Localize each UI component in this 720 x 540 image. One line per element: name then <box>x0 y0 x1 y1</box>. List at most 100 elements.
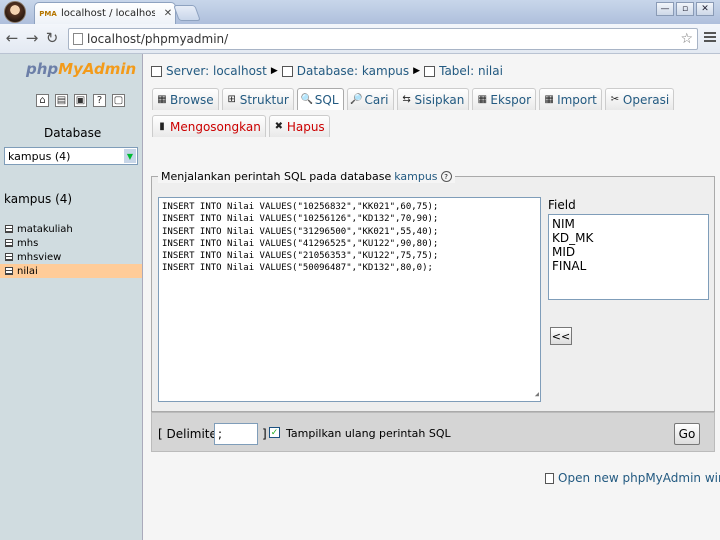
field-option[interactable]: FINAL <box>552 259 705 273</box>
database-name-link[interactable]: kampus (4) <box>4 192 72 206</box>
tab-hapus[interactable]: ✖ Hapus <box>268 115 330 137</box>
table-icon[interactable] <box>5 239 13 247</box>
main-content-frame: Server: localhost ▶ Database: kampus ▶ T… <box>143 54 720 540</box>
tab-struktur[interactable]: ⊞ Struktur <box>221 88 294 110</box>
breadcrumb-table[interactable]: Tabel: nilai <box>424 64 503 78</box>
field-option[interactable]: MID <box>552 245 705 259</box>
tab-operasi[interactable]: ✂ Operasi <box>604 88 675 110</box>
delimiter-bracket: ] <box>262 427 267 441</box>
tab-sql[interactable]: 🔍 SQL <box>296 88 344 110</box>
tab-sisipkan[interactable]: ⇆ Sisipkan <box>396 88 470 110</box>
sql-query-textarea[interactable]: INSERT INTO Nilai VALUES("10256832","KK0… <box>158 197 541 402</box>
phpmyadmin-favicon-icon: PMA <box>39 9 57 18</box>
browser-tab[interactable]: PMA localhost / localhost / kampus ✕ <box>34 2 176 24</box>
sql-line: INSERT INTO Nilai VALUES("10256832","KK0… <box>162 202 439 212</box>
tab-import[interactable]: ▦ Import <box>539 88 602 110</box>
breadcrumb: Server: localhost ▶ Database: kampus ▶ T… <box>151 64 503 78</box>
tab-mengosongkan[interactable]: ▮ Mengosongkan <box>152 115 266 137</box>
delimiter-input[interactable]: ; <box>214 423 258 445</box>
sql-icon: 🔍 <box>300 94 313 105</box>
logout-icon[interactable]: ▤ <box>55 94 68 107</box>
sql-line: INSERT INTO Nilai VALUES("21056353","KU1… <box>162 251 439 262</box>
home-icon[interactable]: ⌂ <box>36 94 49 107</box>
sql-line: INSERT INTO Nilai VALUES("41296525","KU1… <box>162 238 439 249</box>
forward-arrow-icon[interactable]: → <box>22 29 42 47</box>
sql-docs-icon[interactable]: ▢ <box>112 94 125 107</box>
tab-cari[interactable]: 🔎 Cari <box>346 88 394 110</box>
left-icon-bar: ⌂ ▤ ▣ ? ▢ <box>36 94 125 107</box>
browser-menu-icon[interactable] <box>704 32 716 44</box>
resize-handle-icon[interactable]: ◢ <box>535 388 539 400</box>
table-icon[interactable] <box>5 267 13 275</box>
browser-tab-title: localhost / localhost / kampus <box>61 8 155 19</box>
bookmark-star-icon[interactable]: ☆ <box>680 31 697 47</box>
page-icon <box>73 33 83 45</box>
query-window-icon[interactable]: ▣ <box>74 94 87 107</box>
help-icon[interactable]: ? <box>440 171 452 182</box>
tab-ekspor[interactable]: ▦ Ekspor <box>472 88 537 110</box>
sql-line: INSERT INTO Nilai VALUES("31296500","KK0… <box>162 226 439 237</box>
insert-field-button[interactable]: << <box>550 327 572 345</box>
tab-row-secondary: ▮ Mengosongkan ✖ Hapus <box>152 115 330 137</box>
sql-line: INSERT INTO Nilai VALUES("10256126","KD1… <box>162 214 439 225</box>
breadcrumb-server[interactable]: Server: localhost <box>151 64 267 78</box>
search-icon: 🔎 <box>350 94 363 105</box>
url-text[interactable]: localhost/phpmyadmin/ <box>87 32 676 46</box>
insert-icon: ⇆ <box>402 94 411 105</box>
field-list[interactable]: NIM KD_MK MID FINAL <box>548 214 709 300</box>
field-list-label: Field <box>548 198 576 212</box>
field-option[interactable]: KD_MK <box>552 231 705 245</box>
sql-options-bar: [ Delimiter ; ] ✓ Tampilkan ulang perint… <box>151 412 715 452</box>
left-navigation-frame: phpMyAdmin ⌂ ▤ ▣ ? ▢ Database kampus (4)… <box>0 54 143 540</box>
table-list: matakuliah mhs mhsview nilai <box>0 222 142 278</box>
chevron-down-icon[interactable]: ▼ <box>124 149 136 163</box>
back-arrow-icon[interactable]: ← <box>2 29 22 47</box>
table-item-mhsview[interactable]: mhsview <box>0 250 142 264</box>
field-option[interactable]: NIM <box>552 217 705 231</box>
breadcrumb-separator-icon: ▶ <box>413 66 421 76</box>
close-window-button[interactable]: ✕ <box>696 2 714 16</box>
minimize-button[interactable]: — <box>656 2 674 16</box>
database-link[interactable]: kampus <box>394 170 437 183</box>
new-tab-button[interactable] <box>173 5 201 21</box>
table-item-matakuliah[interactable]: matakuliah <box>0 222 142 236</box>
tab-row-primary: ▦ Browse ⊞ Struktur 🔍 SQL 🔎 Cari ⇆ Sisipkan ▦… <box>152 88 675 110</box>
import-icon: ▦ <box>544 94 554 105</box>
drop-icon: ✖ <box>274 121 284 132</box>
docs-icon[interactable]: ? <box>93 94 106 107</box>
table-icon[interactable] <box>5 225 13 233</box>
window-controls: — ▫ ✕ <box>656 2 714 16</box>
show-query-checkbox[interactable]: ✓ <box>269 427 280 438</box>
phpmyadmin-logo[interactable]: phpMyAdmin <box>26 60 136 78</box>
address-bar[interactable]: localhost/phpmyadmin/ ☆ <box>68 28 698 50</box>
show-query-label[interactable]: Tampilkan ulang perintah SQL <box>286 427 451 440</box>
delimiter-label: [ Delimiter <box>158 427 222 441</box>
table-item-mhs[interactable]: mhs <box>0 236 142 250</box>
sql-fieldset-legend: Menjalankan perintah SQL pada database k… <box>158 170 455 183</box>
sql-query-fieldset: Menjalankan perintah SQL pada database k… <box>151 170 715 412</box>
breadcrumb-database[interactable]: Database: kampus <box>281 64 409 78</box>
structure-icon: ⊞ <box>227 94 236 105</box>
go-button[interactable]: Go <box>674 423 700 445</box>
empty-table-icon: ▮ <box>159 121 165 132</box>
close-tab-icon[interactable]: ✕ <box>161 8 175 19</box>
database-icon <box>281 65 293 77</box>
browser-toolbar: ← → ↻ localhost/phpmyadmin/ ☆ <box>0 24 720 54</box>
table-icon[interactable] <box>5 253 13 261</box>
reload-icon[interactable]: ↻ <box>42 29 62 47</box>
breadcrumb-separator-icon: ▶ <box>270 66 278 76</box>
operations-icon: ✂ <box>610 94 620 105</box>
database-label: Database <box>44 126 102 140</box>
open-new-window-link[interactable]: Open new phpMyAdmin window <box>545 471 720 485</box>
user-avatar[interactable] <box>4 1 26 23</box>
browser-tab-bar: PMA localhost / localhost / kampus ✕ — ▫… <box>0 0 720 24</box>
database-select[interactable]: kampus (4) ▼ <box>4 147 138 165</box>
server-icon <box>151 65 162 77</box>
export-icon: ▦ <box>477 94 488 105</box>
table-item-nilai[interactable]: nilai <box>0 264 142 278</box>
browse-icon: ▦ <box>157 94 167 105</box>
tab-browse[interactable]: ▦ Browse <box>152 88 219 110</box>
maximize-button[interactable]: ▫ <box>676 2 694 16</box>
new-window-icon <box>545 472 554 484</box>
table-icon <box>424 65 436 77</box>
